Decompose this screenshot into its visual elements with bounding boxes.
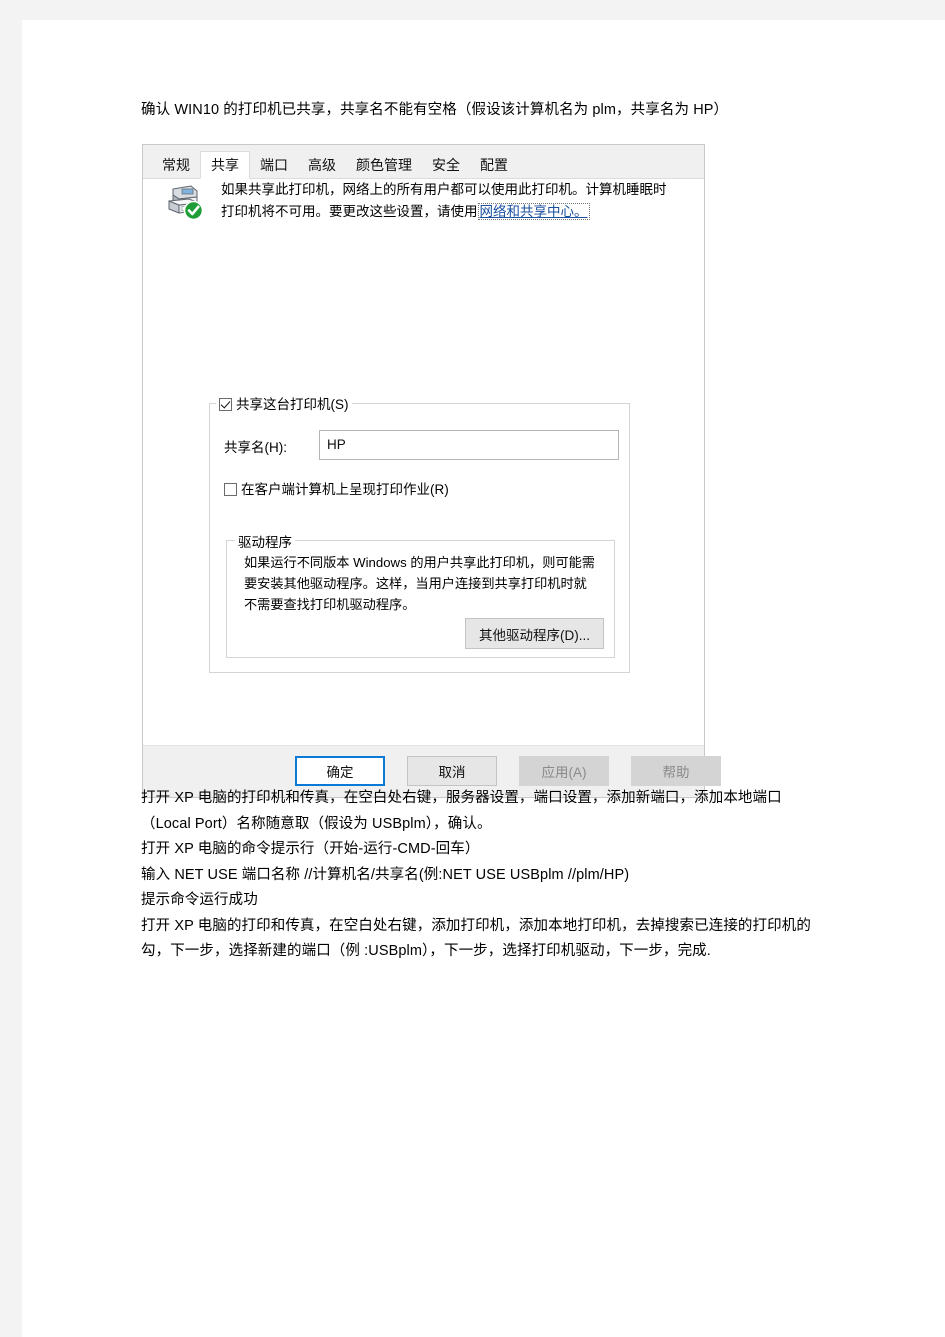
- steps-block: 打开 XP 电脑的打印机和传真，在空白处右键，服务器设置，端口设置，添加新端口，…: [141, 786, 831, 965]
- dialog-body: 如果共享此打印机，网络上的所有用户都可以使用此打印机。计算机睡眠时打印机将不可用…: [143, 179, 704, 745]
- checkbox-render-jobs-box[interactable]: [224, 483, 237, 496]
- share-name-label: 共享名(H):: [224, 440, 287, 455]
- printer-shared-icon: [165, 183, 205, 221]
- share-name-row: 共享名(H): HP: [224, 430, 619, 460]
- step-1: 打开 XP 电脑的打印机和传真，在空白处右键，服务器设置，端口设置，添加新端口，…: [141, 790, 782, 832]
- apply-button: 应用(A): [519, 756, 609, 786]
- sharing-info-text: 如果共享此打印机，网络上的所有用户都可以使用此打印机。计算机睡眠时打印机将不可用…: [221, 179, 671, 223]
- tab-ports[interactable]: 端口: [250, 152, 298, 178]
- share-name-input[interactable]: HP: [319, 430, 619, 460]
- additional-drivers-button[interactable]: 其他驱动程序(D)...: [465, 618, 604, 649]
- sharing-info-body: 如果共享此打印机，网络上的所有用户都可以使用此打印机。计算机睡眠时打印机将不可用…: [221, 182, 667, 219]
- cancel-button[interactable]: 取消: [407, 756, 497, 786]
- driver-group-box: 驱动程序 如果运行不同版本 Windows 的用户共享此打印机，则可能需要安装其…: [226, 531, 615, 658]
- render-jobs-checkbox[interactable]: 在客户端计算机上呈现打印作业(R): [224, 478, 449, 498]
- document-page: 确认 WIN10 的打印机已共享，共享名不能有空格（假设该计算机名为 plm，共…: [22, 20, 945, 1337]
- step-2: 打开 XP 电脑的命令提示行（开始-运行-CMD-回车）: [141, 841, 480, 857]
- step-4: 提示命令运行成功: [141, 892, 258, 908]
- checkbox-share-printer-box[interactable]: [219, 398, 232, 411]
- dialog-tabstrip: 常规 共享 端口 高级 颜色管理 安全 配置: [143, 145, 704, 179]
- tab-advanced[interactable]: 高级: [298, 152, 346, 178]
- step-5: 打开 XP 电脑的打印和传真，在空白处右键，添加打印机，添加本地打印机，去掉搜索…: [141, 917, 811, 960]
- network-sharing-center-link[interactable]: 网络和共享中心。: [477, 203, 590, 220]
- driver-group-text: 如果运行不同版本 Windows 的用户共享此打印机，则可能需要安装其他驱动程序…: [244, 555, 595, 612]
- render-jobs-label: 在客户端计算机上呈现打印作业(R): [241, 482, 449, 497]
- printer-properties-dialog: 常规 共享 端口 高级 颜色管理 安全 配置 如果共享此打印机，网络上的所有用户…: [142, 144, 721, 798]
- share-printer-label: 共享这台打印机(S): [236, 397, 349, 412]
- tab-sharing[interactable]: 共享: [200, 151, 250, 179]
- ok-button[interactable]: 确定: [295, 756, 385, 786]
- share-group-box: 共享这台打印机(S) 共享名(H): HP 在客户端计算机上呈现打印作业(R) …: [209, 393, 630, 673]
- tab-general[interactable]: 常规: [152, 152, 200, 178]
- step-3: 输入 NET USE 端口名称 //计算机名/共享名(例:NET USE USB…: [141, 866, 630, 883]
- tab-configuration[interactable]: 配置: [470, 152, 518, 178]
- tab-color-management[interactable]: 颜色管理: [346, 152, 422, 178]
- tab-security[interactable]: 安全: [422, 152, 470, 178]
- help-button: 帮助: [631, 756, 721, 786]
- share-printer-checkbox[interactable]: 共享这台打印机(S): [216, 393, 352, 413]
- intro-paragraph: 确认 WIN10 的打印机已共享，共享名不能有空格（假设该计算机名为 plm，共…: [141, 102, 729, 118]
- driver-group-legend: 驱动程序: [235, 531, 295, 551]
